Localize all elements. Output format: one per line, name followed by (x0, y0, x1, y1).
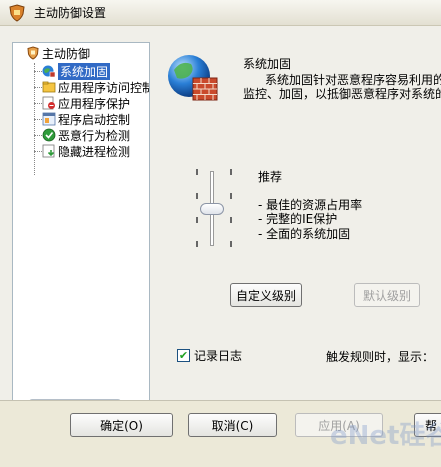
window-title: 主动防御设置 (34, 6, 107, 20)
system-harden-icon (42, 64, 56, 78)
custom-level-button[interactable]: 自定义级别 (230, 283, 302, 307)
slider-tick (196, 217, 198, 223)
tree-connector (34, 87, 42, 88)
shield-icon (8, 3, 26, 22)
tree-item-malicious-behavior[interactable]: 恶意行为检测 (42, 127, 130, 143)
malicious-behavior-icon (42, 128, 56, 142)
log-label: 记录日志 (194, 349, 243, 363)
startup-control-icon (42, 112, 56, 126)
slider-tick (230, 169, 232, 175)
settings-tree: 主动防御 系统加固 应用程序访问控制 应用程序保护 程序启动控制 恶意行为检测 … (13, 43, 149, 394)
tree-root-label: 主动防御 (42, 46, 91, 61)
tree-item-startup-control[interactable]: 程序启动控制 (42, 111, 130, 127)
app-protect-icon (42, 96, 56, 110)
tree-connector (34, 119, 42, 120)
tree-item-app-protect[interactable]: 应用程序保护 (42, 95, 130, 111)
slider-tick (196, 241, 198, 247)
tree-item-label: 应用程序访问控制 (58, 80, 149, 95)
tree-item-label: 恶意行为检测 (58, 128, 131, 143)
rule-trigger-label: 触发规则时，显示： (326, 350, 435, 364)
slider-tick (230, 193, 232, 199)
log-option[interactable]: ✔ 记录日志 (177, 347, 242, 364)
tree-item-label: 应用程序保护 (58, 96, 131, 111)
shield-hand-icon (26, 46, 40, 60)
section-title: 系统加固 (243, 57, 292, 71)
tree-connector (34, 135, 42, 136)
security-level-name: 推荐 (258, 170, 283, 184)
tree-item-app-access-control[interactable]: 应用程序访问控制 (42, 79, 149, 95)
security-level-slider-thumb[interactable] (200, 203, 224, 215)
default-level-button[interactable]: 默认级别 (354, 283, 420, 307)
globe-firewall-icon (165, 50, 223, 108)
tree-connector (34, 71, 42, 72)
ok-button[interactable]: 确定(O) (70, 413, 173, 437)
slider-tick (230, 217, 232, 223)
app-access-control-icon (42, 80, 56, 94)
section-description-line-2: 监控、加固，以抵御恶意程序对系统的 (243, 87, 441, 101)
log-checkbox[interactable]: ✔ (177, 349, 190, 362)
tree-connector (34, 103, 42, 104)
tree-item-label: 程序启动控制 (58, 112, 131, 127)
tree-item-hidden-process[interactable]: 隐藏进程检测 (42, 143, 130, 159)
slider-tick (230, 241, 232, 247)
slider-tick (196, 169, 198, 175)
settings-tree-panel: 主动防御 系统加固 应用程序访问控制 应用程序保护 程序启动控制 恶意行为检测 … (12, 42, 150, 417)
tree-root-active-defense[interactable]: 主动防御 (26, 45, 90, 61)
site-watermark: eNet硅谷动力 (330, 421, 441, 451)
slider-tick (196, 193, 198, 199)
title-bar: 主动防御设置 (0, 0, 441, 26)
tree-item-label: 隐藏进程检测 (58, 144, 131, 159)
cancel-button[interactable]: 取消(C) (188, 413, 277, 437)
tree-item-label: 系统加固 (58, 62, 111, 80)
dialog-body: 主动防御 系统加固 应用程序访问控制 应用程序保护 程序启动控制 恶意行为检测 … (0, 26, 441, 467)
tree-connector (34, 151, 42, 152)
tree-item-system-harden[interactable]: 系统加固 (42, 62, 111, 80)
level-detail-line: - 全面的系统加固 (258, 227, 351, 241)
hidden-process-icon (42, 144, 56, 158)
